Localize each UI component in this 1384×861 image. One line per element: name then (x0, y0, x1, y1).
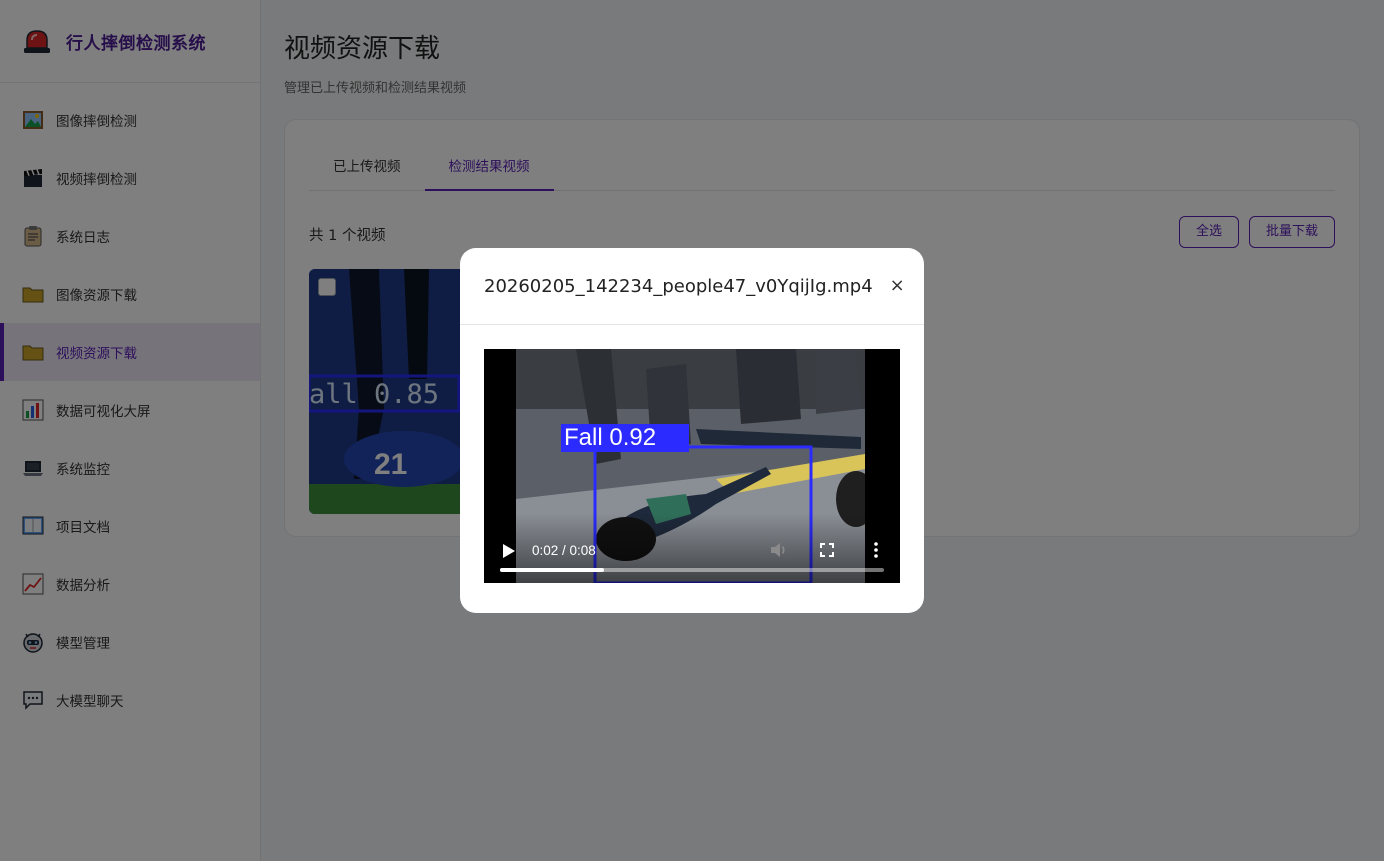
play-icon[interactable] (502, 543, 516, 559)
more-options-icon[interactable] (865, 539, 887, 561)
fullscreen-icon[interactable] (816, 539, 838, 561)
modal-header: 20260205_142234_people47_v0YqijIg.mp4 × (460, 248, 924, 325)
video-player[interactable]: Fall 0.92 0:02 / 0:08 (484, 349, 900, 583)
video-preview-modal: 20260205_142234_people47_v0YqijIg.mp4 × … (460, 248, 924, 613)
modal-title: 20260205_142234_people47_v0YqijIg.mp4 (484, 275, 873, 297)
video-controls: 0:02 / 0:08 (484, 513, 900, 583)
close-icon[interactable]: × (890, 277, 905, 295)
volume-icon[interactable] (768, 539, 790, 561)
video-time: 0:02 / 0:08 (532, 543, 596, 558)
video-progress-fill (500, 568, 604, 572)
video-progress-bar[interactable] (500, 568, 884, 572)
video-detection-label: Fall 0.92 (564, 424, 657, 451)
